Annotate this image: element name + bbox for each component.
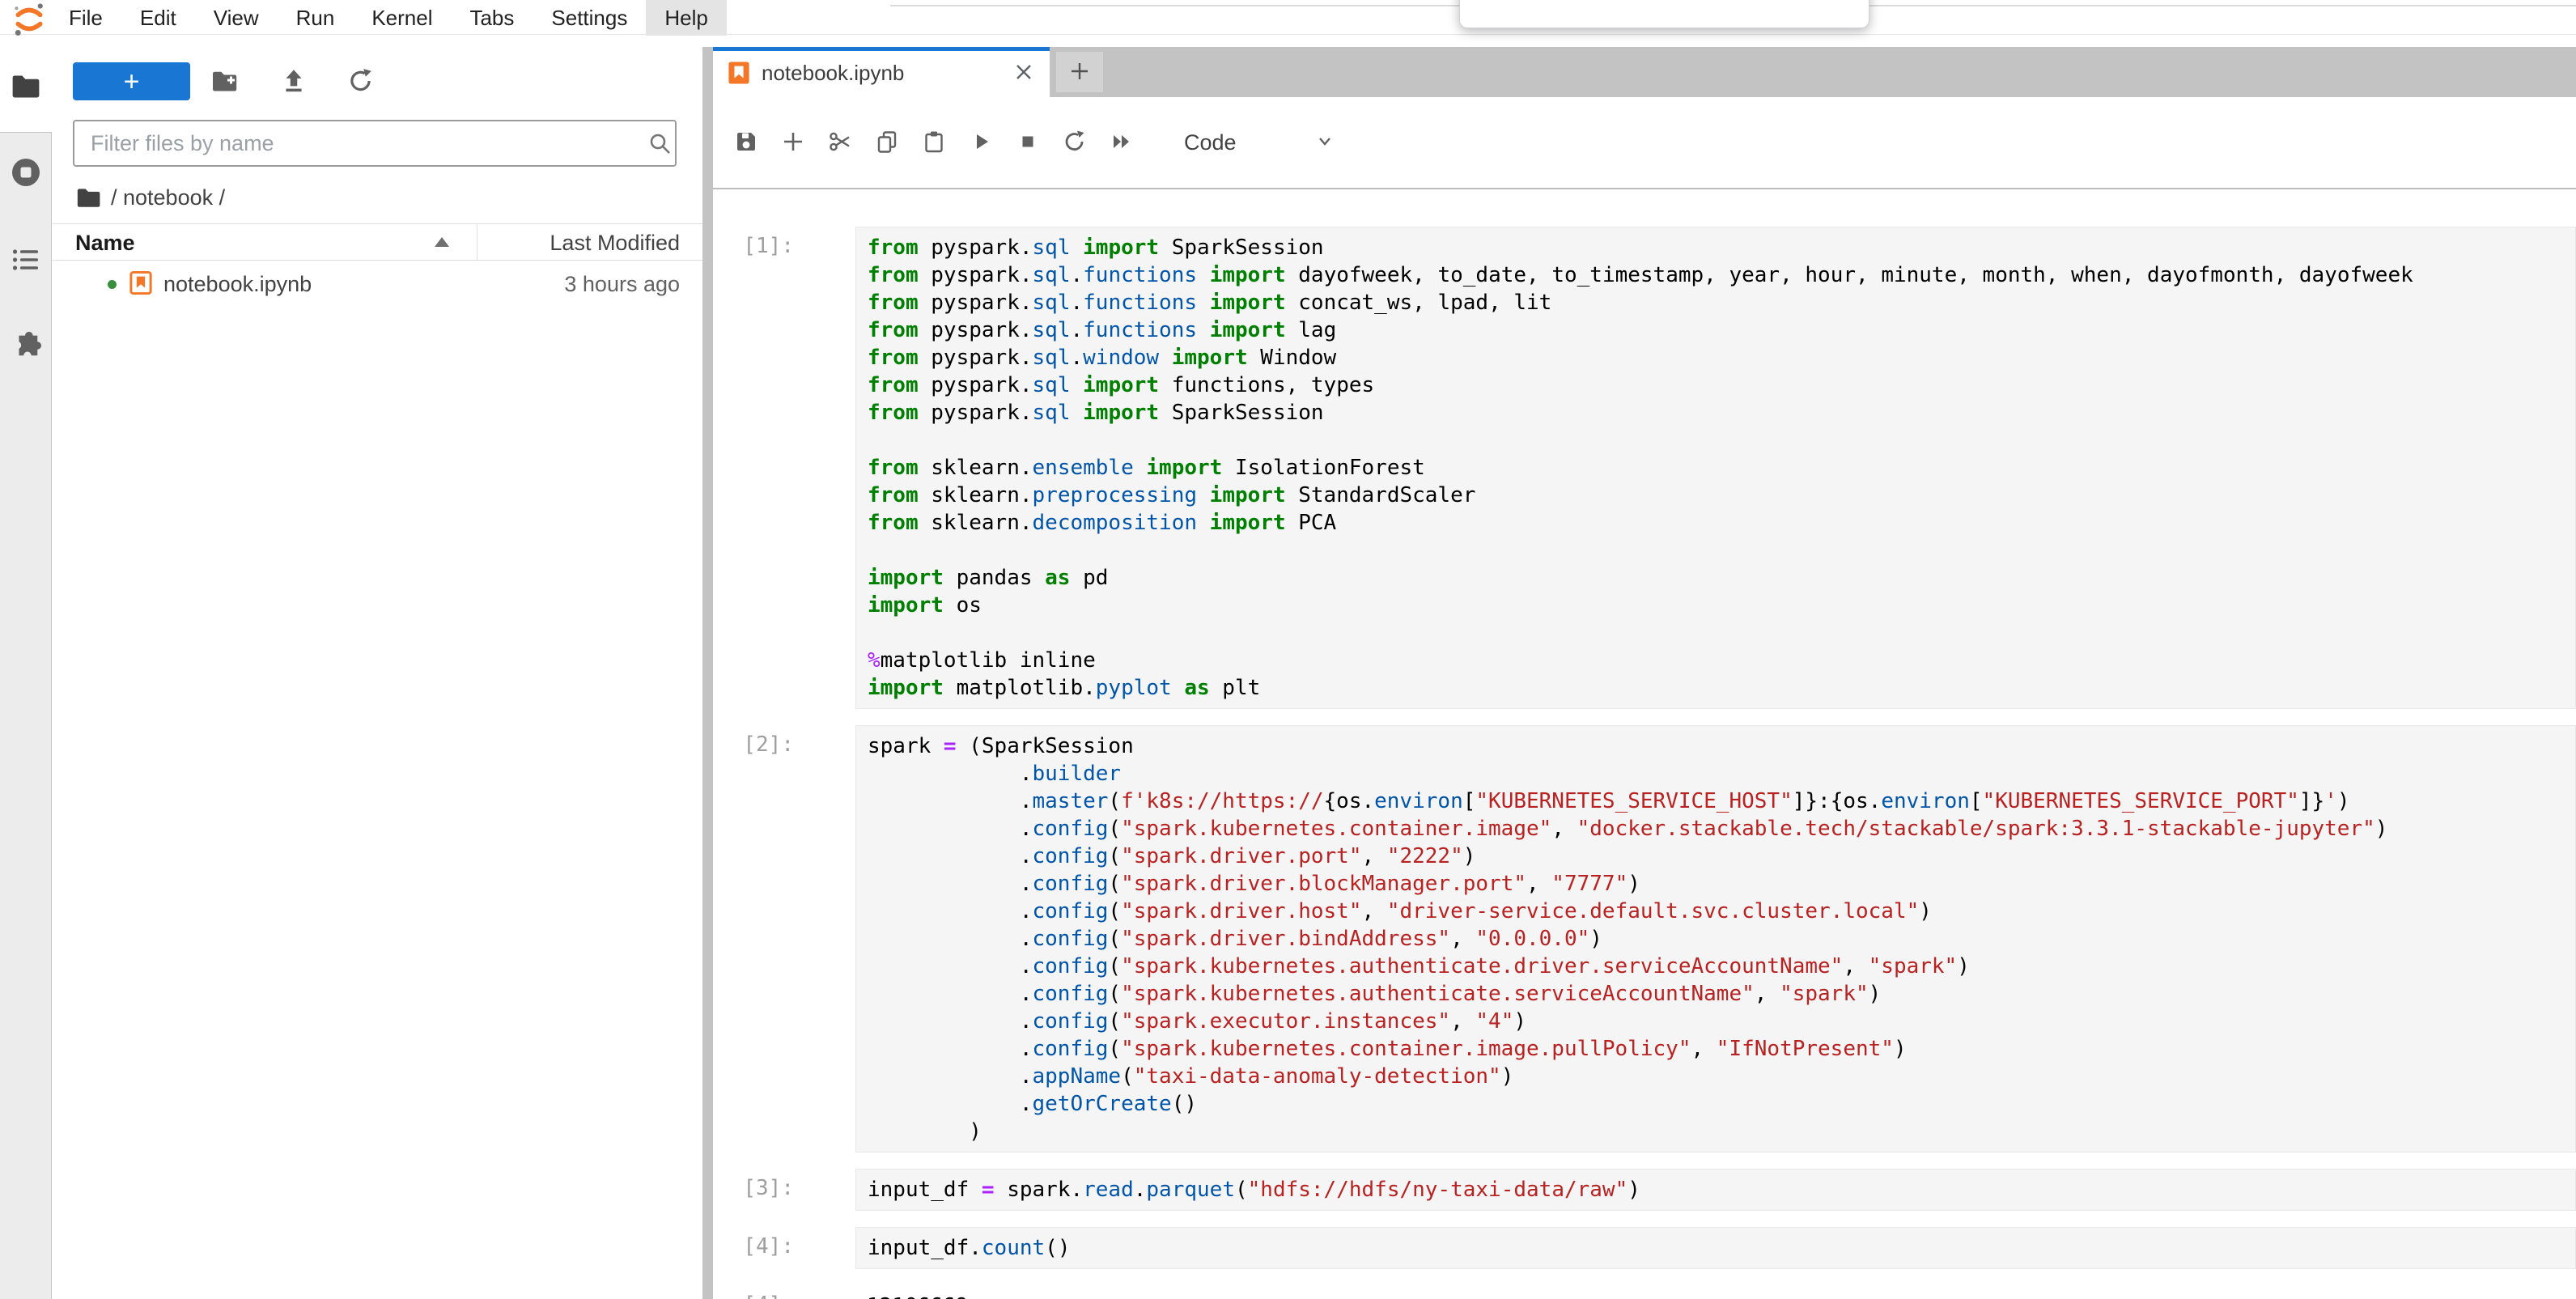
save-icon [734,129,758,156]
copy-icon [875,129,899,156]
new-launcher-button[interactable]: + [73,62,190,100]
plus-icon [1067,59,1092,86]
panel-splitter[interactable] [702,47,713,1299]
code-cell: [3]:input_df = spark.read.parquet("hdfs:… [713,1169,2576,1211]
copy-cells-button[interactable] [873,129,901,156]
notebook-toolbar: Code [713,97,2576,189]
stop-icon [1016,129,1040,156]
menu-item-help[interactable]: Help [646,0,726,36]
menu-bar: FileEditViewRunKernelTabsSettingsHelp gi… [0,0,2576,47]
dock-tab-bar: notebook.ipynb [713,47,2576,97]
cell-editor[interactable]: input_df.count() [855,1227,2576,1269]
notebook-content: [1]:from pyspark.sql import SparkSession… [713,189,2576,1299]
sort-ascending-icon[interactable] [435,237,449,247]
puzzle-icon [11,329,41,364]
main-dock-panel: notebook.ipynb [713,47,2576,1299]
folder-icon [10,70,42,107]
list-icon [11,245,40,278]
input-prompt: [2]: [713,725,855,1153]
cell-editor[interactable]: spark = (SparkSession .builder .master(f… [855,725,2576,1153]
new-folder-icon [210,66,240,98]
cut-icon [828,129,852,156]
menu-item-settings[interactable]: Settings [533,0,646,36]
left-sidebar [0,47,53,1299]
code-cell: [2]:spark = (SparkSession .builder .mast… [713,725,2576,1153]
sidebar-tab-running[interactable] [9,157,43,191]
file-list-header: Name Last Modified [53,223,702,261]
browser-permission-popup: github.com [1459,0,1869,28]
refresh-icon [347,67,375,97]
file-list: notebook.ipynb 3 hours ago [53,261,702,306]
refresh-button[interactable] [345,66,377,97]
upload-icon [280,67,308,97]
active-tab-accent [713,47,1050,51]
sidebar-background [0,132,52,1299]
column-header-name[interactable]: Name [75,231,135,256]
input-prompt: [4]: [713,1227,855,1269]
menu-item-run[interactable]: Run [278,0,354,36]
restart-run-all-button[interactable] [1108,129,1135,156]
interrupt-kernel-button[interactable] [1014,129,1042,156]
sidebar-tab-file-browser[interactable] [9,71,43,105]
tab-title: notebook.ipynb [762,61,904,86]
paste-cells-button[interactable] [920,129,948,156]
paste-icon [922,129,946,156]
cell-editor[interactable]: input_df = spark.read.parquet("hdfs://hd… [855,1169,2576,1211]
jupyter-logo-icon [10,2,49,37]
cell-editor[interactable]: from pyspark.sql import SparkSessionfrom… [855,227,2576,709]
notebook-file-icon [728,61,750,89]
output-cell: [4]:12106669 [713,1285,2576,1299]
menu-item-tabs[interactable]: Tabs [451,0,533,36]
menu-item-file[interactable]: File [50,0,121,36]
code-cell: [1]:from pyspark.sql import SparkSession… [713,227,2576,709]
restart-icon [1063,129,1087,156]
breadcrumb-path[interactable]: / notebook / [111,185,225,210]
menu-item-edit[interactable]: Edit [121,0,195,36]
column-header-modified[interactable]: Last Modified [550,231,680,256]
menu-item-kernel[interactable]: Kernel [353,0,451,36]
file-browser-panel: + [53,47,702,1299]
cell-output: 12106669 [855,1285,2576,1299]
close-tab-icon[interactable] [1012,61,1035,83]
fast-forward-icon [1110,129,1134,156]
search-icon [647,131,673,157]
notebook-file-icon [129,270,152,299]
file-name: notebook.ipynb [163,272,312,297]
run-cell-button[interactable] [967,129,995,156]
input-prompt: [3]: [713,1169,855,1211]
filter-files-input[interactable] [73,120,677,167]
upload-button[interactable] [278,66,310,97]
new-tab-button[interactable] [1056,52,1103,92]
run-icon [969,129,993,156]
sidebar-tab-extensions[interactable] [9,329,43,363]
breadcrumb[interactable]: / notebook / [53,179,702,221]
cut-cells-button[interactable] [826,129,854,156]
add-cell-button[interactable] [779,129,807,156]
restart-kernel-button[interactable] [1061,129,1089,156]
sidebar-tab-toc[interactable] [9,244,43,278]
file-modified: 3 hours ago [564,272,680,297]
kernel-running-dot [108,280,117,289]
menu-item-view[interactable]: View [195,0,278,36]
output-prompt: [4]: [713,1285,855,1299]
cell-type-value: Code [1184,130,1237,155]
notebook-tab[interactable]: notebook.ipynb [713,47,1050,97]
code-cell: [4]:input_df.count() [713,1227,2576,1269]
chevron-down-icon [1314,130,1335,155]
file-row[interactable]: notebook.ipynb 3 hours ago [53,261,702,306]
stop-circle-icon [10,156,42,193]
save-button[interactable] [732,129,760,156]
new-folder-button[interactable] [209,66,241,97]
breadcrumb-folder-icon[interactable] [75,184,103,215]
input-prompt: [1]: [713,227,855,709]
cell-type-select[interactable]: Code [1184,130,1335,155]
add-cell-icon [781,129,805,156]
menu-items: FileEditViewRunKernelTabsSettingsHelp [50,0,727,36]
